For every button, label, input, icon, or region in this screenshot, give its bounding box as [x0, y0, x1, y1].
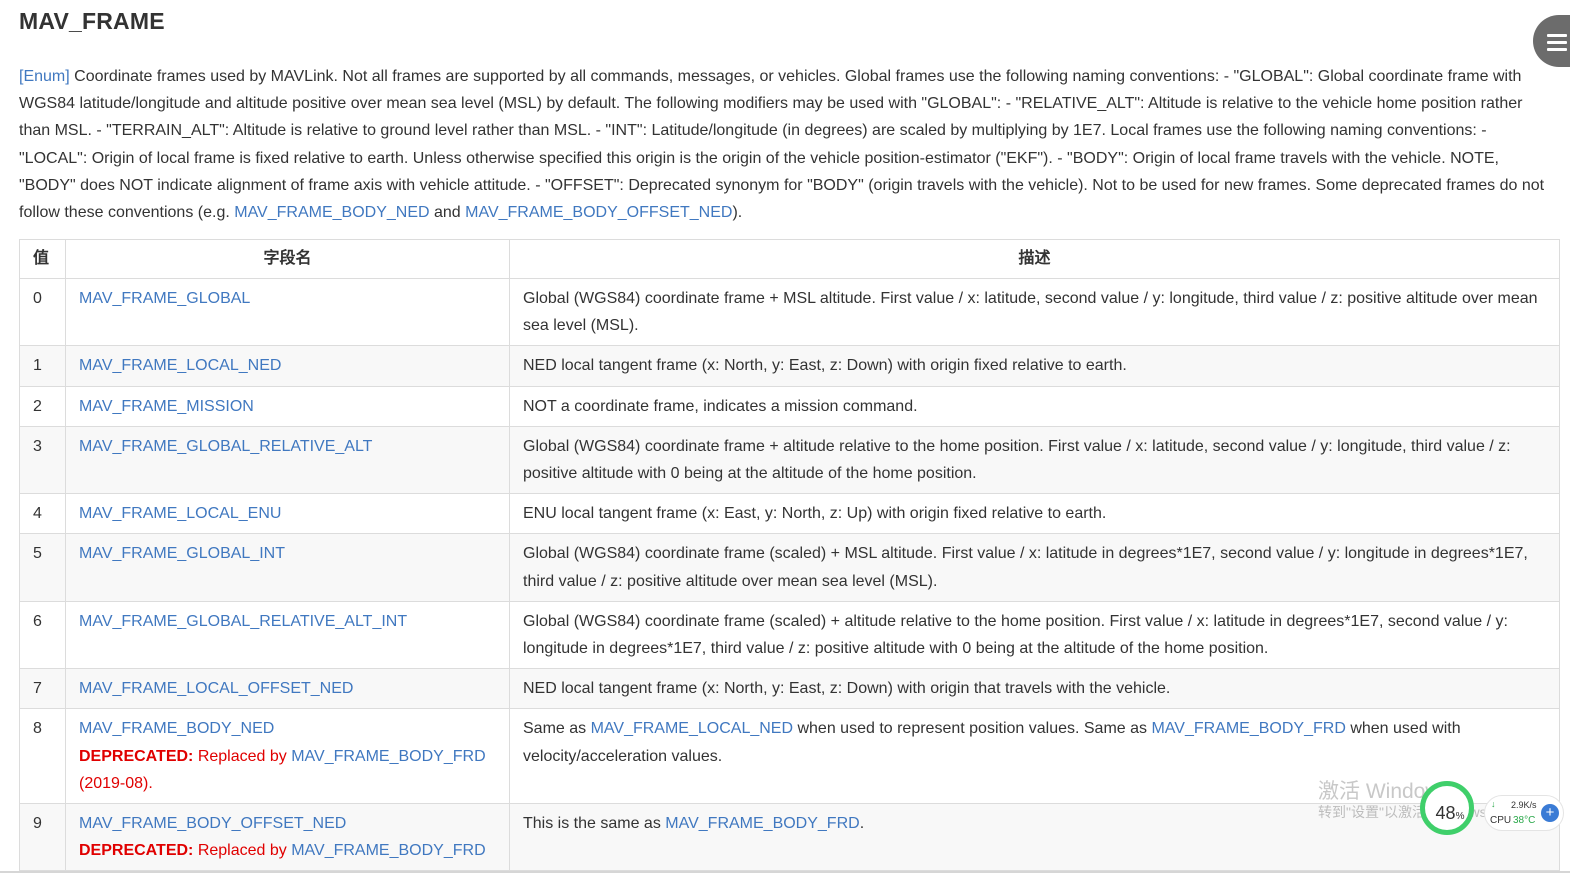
hamburger-icon-bar [1547, 34, 1567, 37]
table-row: 7 MAV_FRAME_LOCAL_OFFSET_NED NED local t… [19, 668, 1560, 710]
bottom-divider [0, 871, 1570, 873]
table-row: 4 MAV_FRAME_LOCAL_ENU ENU local tangent … [19, 493, 1560, 535]
header-value: 值 [19, 239, 66, 279]
row-description: Global (WGS84) coordinate frame + MSL al… [509, 277, 1560, 347]
row-field-link[interactable]: MAV_FRAME_MISSION [79, 398, 254, 415]
row-field-link[interactable]: MAV_FRAME_GLOBAL [79, 290, 250, 307]
table-row: 2 MAV_FRAME_MISSION NOT a coordinate fra… [19, 385, 1560, 427]
table-row: 1 MAV_FRAME_LOCAL_NED NED local tangent … [19, 345, 1560, 387]
row-value: 2 [19, 385, 66, 427]
enum-tag-link[interactable]: [Enum] [19, 68, 70, 85]
row-description: NED local tangent frame (x: North, y: Ea… [509, 668, 1560, 710]
network-cpu-panel: ↓ 2.9K/s CPU 38°C + [1484, 795, 1564, 831]
row-description: Global (WGS84) coordinate frame (scaled)… [509, 533, 1560, 602]
deprecated-date: (2019-08). [79, 774, 153, 792]
hamburger-icon-bar [1547, 41, 1567, 44]
deprecated-note: DEPRECATED: Replaced by MAV_FRAME_BODY_F… [79, 748, 486, 792]
cpu-label: CPU [1490, 815, 1512, 826]
row-description: NED local tangent frame (x: North, y: Ea… [509, 345, 1560, 387]
intro-link-body-offset-ned[interactable]: MAV_FRAME_BODY_OFFSET_NED [465, 204, 732, 221]
row-value: 3 [19, 425, 66, 495]
row-value: 1 [19, 345, 66, 387]
row-field-link[interactable]: MAV_FRAME_GLOBAL_INT [79, 545, 285, 562]
hamburger-icon-bar [1547, 48, 1567, 51]
cpu-temperature: 38°C [1513, 815, 1536, 826]
system-monitor-widget[interactable]: 48% ↓ 2.9K/s CPU 38°C + [1420, 781, 1566, 847]
download-arrow-icon: ↓ [1491, 799, 1496, 809]
row-description: Global (WGS84) coordinate frame (scaled)… [509, 600, 1560, 670]
row-field-link[interactable]: MAV_FRAME_BODY_OFFSET_NED [79, 815, 346, 832]
row-description: Global (WGS84) coordinate frame + altitu… [509, 425, 1560, 495]
row-field-link[interactable]: MAV_FRAME_GLOBAL_RELATIVE_ALT_INT [79, 613, 407, 630]
row-value: 8 [19, 708, 66, 805]
desc-link-body-frd[interactable]: MAV_FRAME_BODY_FRD [1151, 720, 1345, 737]
page-title: MAV_FRAME [19, 8, 165, 34]
intro-text-2: and [429, 204, 466, 222]
intro-text-3: ). [732, 204, 743, 222]
row-value: 4 [19, 493, 66, 535]
desc-text-1: This is the same as [523, 815, 666, 833]
memory-usage-value: 48% [1435, 803, 1465, 823]
desc-text-1: Same as [523, 720, 591, 738]
table-header-row: 值 字段名 描述 [19, 239, 1560, 279]
intro-text-1: Coordinate frames used by MAVLink. Not a… [19, 68, 1545, 222]
deprecated-note: DEPRECATED: Replaced by MAV_FRAME_BODY_F… [79, 842, 486, 859]
deprecated-label: DEPRECATED: [79, 747, 194, 765]
deprecated-replacement-link[interactable]: MAV_FRAME_BODY_FRD [291, 842, 485, 859]
row-field-link[interactable]: MAV_FRAME_LOCAL_NED [79, 357, 281, 374]
row-value: 0 [19, 277, 66, 347]
header-field-name: 字段名 [65, 239, 510, 279]
deprecated-replacement-link[interactable]: MAV_FRAME_BODY_FRD [291, 748, 485, 765]
deprecated-text: Replaced by [193, 747, 292, 765]
table-row: 0 MAV_FRAME_GLOBAL Global (WGS84) coordi… [19, 277, 1560, 347]
row-field-link[interactable]: MAV_FRAME_BODY_NED [79, 720, 274, 737]
table-row: 5 MAV_FRAME_GLOBAL_INT Global (WGS84) co… [19, 533, 1560, 602]
desc-link-body-frd[interactable]: MAV_FRAME_BODY_FRD [665, 815, 859, 832]
intro-link-body-ned[interactable]: MAV_FRAME_BODY_NED [234, 204, 429, 221]
deprecated-label: DEPRECATED: [79, 842, 194, 860]
table-row: 6 MAV_FRAME_GLOBAL_RELATIVE_ALT_INT Glob… [19, 600, 1560, 670]
row-description: NOT a coordinate frame, indicates a miss… [509, 385, 1560, 427]
row-field-link[interactable]: MAV_FRAME_LOCAL_ENU [79, 505, 281, 522]
row-value: 7 [19, 668, 66, 710]
desc-link-local-ned[interactable]: MAV_FRAME_LOCAL_NED [591, 720, 793, 737]
row-value: 9 [19, 803, 66, 872]
deprecated-text: Replaced by [193, 842, 292, 860]
row-field-link[interactable]: MAV_FRAME_GLOBAL_RELATIVE_ALT [79, 438, 372, 455]
desc-text-2: . [859, 815, 865, 833]
table-row: 3 MAV_FRAME_GLOBAL_RELATIVE_ALT Global (… [19, 425, 1560, 495]
network-speed: 2.9K/s [1511, 800, 1537, 810]
expand-plus-icon[interactable]: + [1541, 804, 1559, 822]
header-description: 描述 [509, 239, 1560, 279]
menu-toggle-button[interactable] [1533, 15, 1570, 67]
row-value: 5 [19, 533, 66, 602]
enum-description: [Enum] Coordinate frames used by MAVLink… [19, 63, 1554, 226]
row-description: ENU local tangent frame (x: East, y: Nor… [509, 493, 1560, 535]
row-value: 6 [19, 600, 66, 670]
row-field-link[interactable]: MAV_FRAME_LOCAL_OFFSET_NED [79, 680, 353, 697]
desc-text-2: when used to represent position values. … [793, 720, 1152, 738]
